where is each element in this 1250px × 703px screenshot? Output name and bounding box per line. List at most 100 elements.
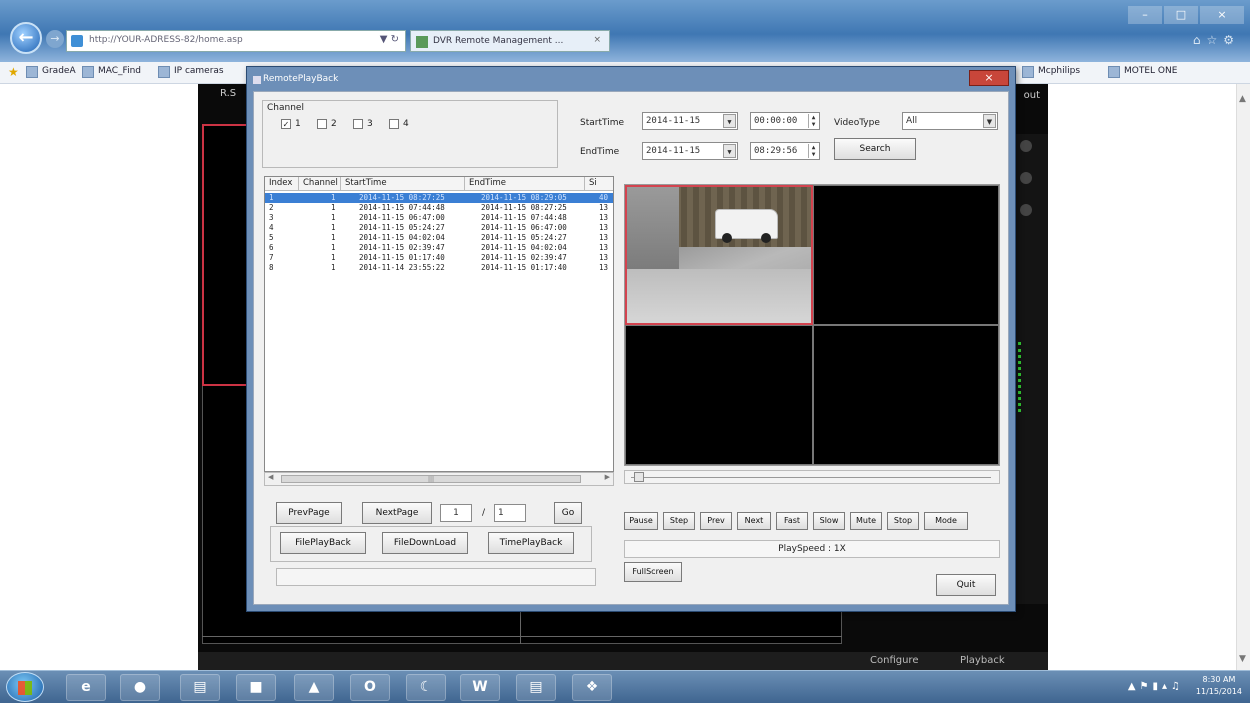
maximize-icon[interactable]: □ [1164,6,1198,24]
app-icon[interactable]: ■ [236,674,276,701]
column-header[interactable]: Si [585,177,613,191]
video-window-3[interactable] [625,325,813,465]
ie-icon[interactable]: e [66,674,106,701]
next-button[interactable]: Next [737,512,771,530]
quit-button[interactable]: Quit [936,574,996,596]
favorite-item[interactable]: MAC_Find [82,66,141,78]
refresh-icon[interactable]: ▼ ↻ [380,34,399,45]
dropdown-arrow-icon[interactable]: ▼ [723,114,736,128]
list-horizontal-scrollbar[interactable]: ◀ ||| ▶ [264,472,614,486]
page-number-input[interactable]: 1 [440,504,472,522]
channel-4-checkbox[interactable] [389,119,399,129]
slider-handle[interactable] [634,472,645,482]
step-button[interactable]: Step [663,512,695,530]
taskbar-clock[interactable]: 8:30 AM 11/15/2014 [1196,674,1242,698]
back-arrow-icon[interactable]: ← [10,22,42,54]
ptz-dot-icon[interactable] [1020,140,1032,152]
pdf-icon[interactable]: ▲ [294,674,334,701]
home-star-gear-icons[interactable]: ⌂☆⚙ [1193,33,1240,47]
ptz-dot-icon[interactable] [1020,204,1032,216]
next-page-button[interactable]: NextPage [362,502,432,524]
table-row[interactable]: 8 1 2014-11-14 23:55:22 2014-11-15 01:17:40… [265,263,613,273]
slow-button[interactable]: Slow [813,512,845,530]
media-player-icon[interactable]: ● [120,674,160,701]
time-playback-button[interactable]: TimePlayBack [488,532,574,554]
page-icon [26,66,38,78]
prev-page-button[interactable]: PrevPage [276,502,342,524]
mode-button[interactable]: Mode [924,512,968,530]
table-row[interactable]: 1 1 2014-11-15 08:27:25 2014-11-15 08:29:05… [265,193,613,203]
column-header[interactable]: Index [265,177,299,191]
favorite-item[interactable]: Mcphilips [1022,66,1081,78]
search-button[interactable]: Search [834,138,916,160]
start-time-field[interactable]: 00:00:00 ▲ ▼ [750,112,820,130]
address-bar[interactable]: http://YOUR-ADRESS-82/home.asp ▼ ↻ [66,30,406,52]
stop-button[interactable]: Stop [887,512,919,530]
start-button-icon[interactable] [6,672,44,702]
dialog-title-bar[interactable]: RemotePlayBack [251,69,1011,89]
table-row[interactable]: 6 1 2014-11-15 02:39:47 2014-11-15 04:02:04… [265,243,613,253]
go-button[interactable]: Go [554,502,582,524]
column-header[interactable]: StartTime [341,177,465,191]
end-date-picker[interactable]: 2014-11-15 ▼ [642,142,738,160]
scroll-left-icon[interactable]: ◀ [268,473,273,481]
tab-close-icon[interactable]: × [593,35,601,45]
ptz-dot-icon[interactable] [1020,172,1032,184]
favorite-item[interactable]: MOTEL ONE [1108,66,1177,78]
video-window-4[interactable] [813,325,999,465]
spinner-icon[interactable]: ▲ ▼ [808,144,818,158]
playback-link[interactable]: Playback [960,655,1005,666]
scroll-right-icon[interactable]: ▶ [605,473,610,481]
folder-icon[interactable]: ▤ [180,674,220,701]
mute-button[interactable]: Mute [850,512,882,530]
start-date-picker[interactable]: 2014-11-15 ▼ [642,112,738,130]
outlook-icon[interactable]: O [350,674,390,701]
minimize-icon[interactable]: – [1128,6,1162,24]
word-icon[interactable]: W [460,674,500,701]
file-playback-button[interactable]: FilePlayBack [280,532,366,554]
close-window-icon[interactable]: × [1200,6,1244,24]
dvr-logout-label[interactable]: out [1024,90,1040,101]
table-row[interactable]: 5 1 2014-11-15 04:02:04 2014-11-15 05:24:27… [265,233,613,243]
column-header[interactable]: EndTime [465,177,585,191]
favorite-label: Mcphilips [1038,66,1081,76]
table-row[interactable]: 3 1 2014-11-15 06:47:00 2014-11-15 07:44:48… [265,213,613,223]
app-icon[interactable]: ☾ [406,674,446,701]
app-icon[interactable]: ❖ [572,674,612,701]
dialog-body: Channel ✓ 1 2 3 4 StartTime 2014-11-15 ▼… [253,91,1009,605]
browser-tab[interactable]: DVR Remote Management ... × [410,30,610,52]
video-window-1[interactable] [625,185,813,325]
favorite-item[interactable]: GradeA [26,66,76,78]
winrar-icon[interactable]: ▤ [516,674,556,701]
channel-3-checkbox[interactable] [353,119,363,129]
column-header[interactable]: Channel [299,177,341,191]
prev-button[interactable]: Prev [700,512,732,530]
table-row[interactable]: 7 1 2014-11-15 01:17:40 2014-11-15 02:39:47… [265,253,613,263]
scroll-thumb[interactable]: ||| [281,475,581,483]
file-download-button[interactable]: FileDownLoad [382,532,468,554]
end-time-field[interactable]: 08:29:56 ▲ ▼ [750,142,820,160]
spinner-icon[interactable]: ▲ ▼ [808,114,818,128]
playback-progress-slider[interactable] [624,470,1000,484]
table-row[interactable]: 2 1 2014-11-15 07:44:48 2014-11-15 08:27:25… [265,203,613,213]
channel-2-checkbox[interactable] [317,119,327,129]
page-icon [158,66,170,78]
fast-button[interactable]: Fast [776,512,808,530]
forward-arrow-icon[interactable]: → [46,30,64,48]
table-row[interactable]: 4 1 2014-11-15 05:24:27 2014-11-15 06:47:00… [265,223,613,233]
cell-size: 13 [599,233,609,242]
fullscreen-button[interactable]: FullScreen [624,562,682,582]
configure-link[interactable]: Configure [870,655,918,666]
dialog-close-icon[interactable]: × [969,70,1009,86]
video-window-2[interactable] [813,185,999,325]
dropdown-arrow-icon[interactable]: ▼ [983,114,996,128]
favorite-item[interactable]: IP cameras [158,66,224,78]
page-scrollbar[interactable]: ▲ ▼ [1236,84,1250,670]
video-type-select[interactable]: All ▼ [902,112,998,130]
scroll-up-icon[interactable]: ▲ [1239,94,1249,104]
system-tray-icons[interactable]: ▲⚑▮▴♫ [1128,681,1184,692]
pause-button[interactable]: Pause [624,512,658,530]
dropdown-arrow-icon[interactable]: ▼ [723,144,736,158]
channel-1-checkbox[interactable]: ✓ [281,119,291,129]
scroll-down-icon[interactable]: ▼ [1239,654,1249,664]
